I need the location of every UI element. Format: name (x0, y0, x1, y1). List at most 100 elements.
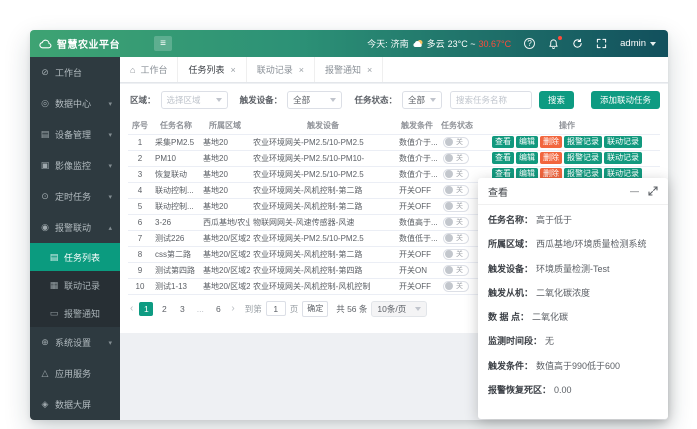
sidebar-item-video-monitor[interactable]: ▣影像监控▾ (30, 150, 120, 181)
confirm-button[interactable]: 确定 (302, 301, 328, 317)
region-filter-label: 区域： (130, 94, 156, 106)
linkage-record-button[interactable]: 联动记录 (604, 152, 642, 164)
page-button-2[interactable]: 2 (157, 302, 171, 316)
chevron-down-icon (415, 307, 421, 311)
view-dialog: 查看 — 任务名称：高于低于所属区域：西瓜基地/环境质量检测系统触发设备：环境质… (478, 178, 668, 419)
toggle-off-label: 关 (456, 137, 463, 147)
sidebar-item-device-management[interactable]: ▤设备管理▾ (30, 119, 120, 150)
search-button[interactable]: 搜索 (539, 91, 574, 109)
tab-workbench[interactable]: ⌂工作台 (120, 57, 178, 82)
search-input[interactable] (450, 91, 532, 109)
trigger-device-cell: 农业环境网关-PM2.5/10-PM2.5 (250, 134, 396, 150)
status-toggle[interactable]: 关 (443, 185, 469, 196)
status-toggle[interactable]: 关 (443, 169, 469, 180)
row-index-cell: 7 (128, 230, 152, 246)
toggle-knob (445, 154, 453, 162)
trigger-device-cell: 农业环境网关-PM2.5/10-PM2.5 (250, 230, 396, 246)
user-menu[interactable]: admin (620, 38, 656, 49)
add-linkage-task-button[interactable]: 添加联动任务 (591, 91, 660, 109)
status-toggle[interactable]: 关 (443, 249, 469, 260)
page-size-select[interactable]: 10条/页 (371, 301, 427, 317)
toggle-knob (445, 266, 453, 274)
page-button-3[interactable]: 3 (175, 302, 189, 316)
trigger-device-select[interactable]: 全部 (287, 91, 342, 109)
edit-button[interactable]: 编辑 (516, 152, 538, 164)
tab-task-list[interactable]: 任务列表 × (178, 57, 246, 82)
dialog-body: 任务名称：高于低于所属区域：西瓜基地/环境质量检测系统触发设备：环境质量检测-T… (478, 205, 668, 396)
status-filter-label: 任务状态： (354, 94, 397, 106)
chevron-down-icon: ▾ (108, 162, 112, 170)
next-page-button[interactable]: › (229, 304, 236, 314)
list-icon: ▤ (49, 252, 59, 263)
sidebar-item-alarm-linkage[interactable]: ◉报警联动▴ (30, 212, 120, 243)
alarm-record-button[interactable]: 报警记录 (564, 152, 602, 164)
sidebar-item-alarm-notice[interactable]: ▭报警通知 (30, 299, 120, 327)
prev-page-button[interactable]: ‹ (128, 304, 135, 314)
sidebar-item-label: 工作台 (55, 66, 82, 79)
sidebar-item-label: 设备管理 (55, 128, 91, 141)
tab-linkage-records[interactable]: 联动记录 × (247, 57, 315, 82)
delete-button[interactable]: 删除 (540, 152, 562, 164)
status-toggle[interactable]: 关 (443, 281, 469, 292)
tab-bar: ⌂工作台任务列表×联动记录×报警通知× (120, 57, 668, 83)
page-jump-input[interactable] (266, 301, 286, 316)
task-name-cell: 3-26 (152, 214, 200, 230)
dialog-header: 查看 — (478, 178, 668, 205)
sidebar-item-system-settings[interactable]: ⊕系统设置▾ (30, 327, 120, 358)
view-button[interactable]: 查看 (492, 136, 514, 148)
notification-badge (558, 36, 562, 40)
field-value: 西瓜基地/环境质量检测系统 (536, 239, 647, 250)
field-value: 环境质量检测-Test (536, 264, 610, 275)
page-size-value: 10条/页 (377, 303, 406, 315)
task-status-select[interactable]: 全部 (402, 91, 442, 109)
menu-collapse-icon[interactable]: ≡ (154, 36, 172, 51)
sidebar-item-linkage-records[interactable]: ▦联动记录 (30, 271, 120, 299)
sidebar-item-scheduled-tasks[interactable]: ⊙定时任务▾ (30, 181, 120, 212)
view-button[interactable]: 查看 (492, 152, 514, 164)
notifications-icon[interactable] (548, 38, 559, 50)
status-toggle[interactable]: 关 (443, 137, 469, 148)
tab-label: 联动记录 (257, 63, 293, 76)
page-button-1[interactable]: 1 (139, 302, 153, 316)
sidebar-item-data-center[interactable]: ◎数据中心▾ (30, 88, 120, 119)
field-label: 触发从机： (488, 288, 533, 299)
task-name-cell: 恢复联动 (152, 166, 200, 182)
close-tab-icon[interactable]: × (367, 65, 372, 75)
sidebar-item-workbench[interactable]: ⊘工作台 (30, 57, 120, 88)
row-index-cell: 5 (128, 198, 152, 214)
minimize-icon[interactable]: — (630, 187, 639, 196)
status-toggle[interactable]: 关 (443, 153, 469, 164)
status-toggle[interactable]: 关 (443, 201, 469, 212)
delete-button[interactable]: 删除 (540, 136, 562, 148)
linkage-record-button[interactable]: 联动记录 (604, 136, 642, 148)
trigger-device-cell: 农业环境网关-风机控制-第二路 (250, 198, 396, 214)
region-select[interactable]: 选择区域 (161, 91, 228, 109)
help-icon[interactable]: ? (524, 38, 535, 49)
clock-icon: ⊙ (40, 191, 50, 202)
close-tab-icon[interactable]: × (299, 65, 304, 75)
trigger-device-cell: 农业环境网关-风机控制-风机控制 (250, 278, 396, 294)
status-toggle[interactable]: 关 (443, 217, 469, 228)
expand-icon[interactable] (648, 186, 658, 196)
refresh-icon[interactable] (572, 38, 583, 49)
toggle-off-label: 关 (456, 201, 463, 211)
sidebar-item-data-screen[interactable]: ◈数据大屏 (30, 389, 120, 420)
close-tab-icon[interactable]: × (230, 65, 235, 75)
status-toggle[interactable]: 关 (443, 265, 469, 276)
sidebar-item-app-services[interactable]: △应用服务 (30, 358, 120, 389)
tab-alarm-notice[interactable]: 报警通知× (315, 57, 383, 82)
row-index-cell: 1 (128, 134, 152, 150)
page-button-6[interactable]: 6 (211, 302, 225, 316)
tab-label: 任务列表 (188, 63, 224, 76)
alarm-record-button[interactable]: 报警记录 (564, 136, 602, 148)
edit-button[interactable]: 编辑 (516, 136, 538, 148)
weather-temp: 23°C ~ (448, 39, 476, 49)
sidebar-item-label: 报警通知 (64, 307, 100, 320)
table-header-row: 序号任务名称所属区域触发设备触发条件任务状态操作 (128, 117, 660, 134)
fullscreen-icon[interactable] (596, 38, 607, 49)
row-index-cell: 6 (128, 214, 152, 230)
sidebar-item-task-list[interactable]: ▤ 任务列表 (30, 243, 120, 271)
status-select-value: 全部 (408, 94, 425, 106)
status-toggle[interactable]: 关 (443, 233, 469, 244)
sidebar-item-label: 任务列表 (64, 251, 100, 264)
